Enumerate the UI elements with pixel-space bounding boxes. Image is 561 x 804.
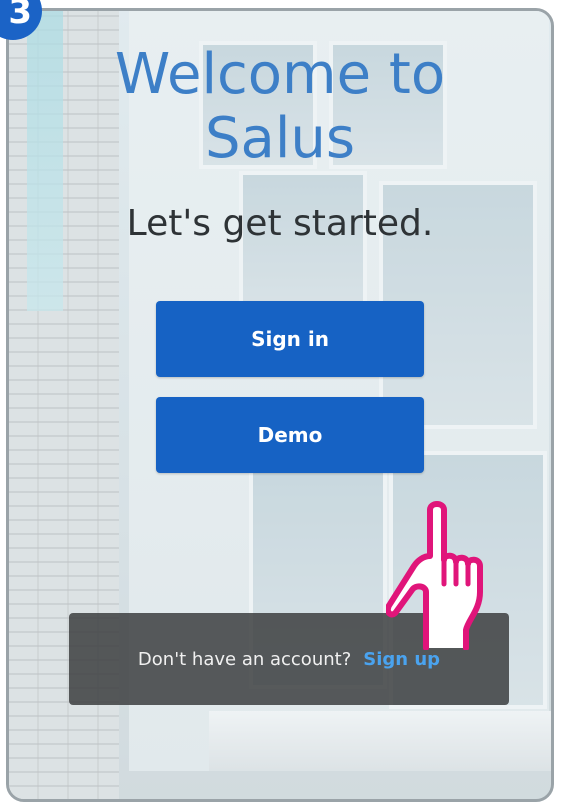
hand-pointer-icon [386,501,483,650]
phone-screen: Welcome to Salus Let's get started. Sign… [6,8,554,802]
welcome-title-line1: Welcome to [114,41,446,107]
sign-up-link[interactable]: Sign up [363,649,440,670]
signup-prompt: Don't have an account? [137,648,352,670]
sign-in-button[interactable]: Sign in [156,301,424,377]
welcome-title-line2: Salus [204,105,356,171]
subtitle: Let's get started. [126,203,434,244]
demo-button[interactable]: Demo [156,397,424,473]
welcome-title: Welcome to Salus [9,41,551,171]
step-number: 3 [8,0,32,32]
